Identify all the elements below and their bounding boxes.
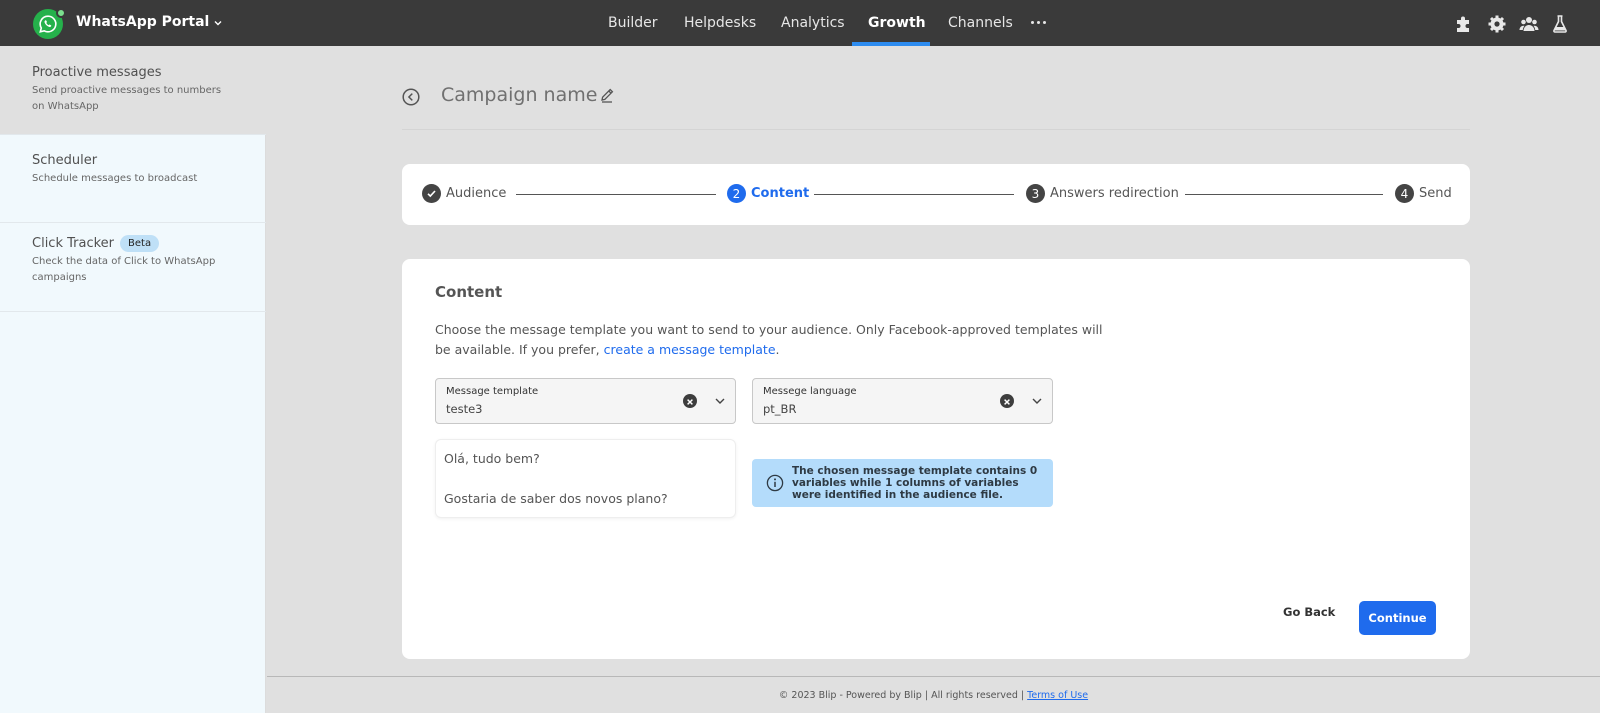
nav-growth[interactable]: Growth bbox=[868, 0, 926, 46]
back-arrow-icon[interactable] bbox=[402, 88, 420, 106]
step-connector bbox=[1185, 194, 1383, 195]
sidebar: Proactive messages Send proactive messag… bbox=[0, 46, 266, 713]
footer: © 2023 Blip - Powered by Blip | All righ… bbox=[267, 690, 1600, 701]
sidebar-item-desc: Check the data of Click to WhatsApp camp… bbox=[32, 256, 216, 283]
continue-button[interactable]: Continue bbox=[1359, 601, 1436, 635]
clear-icon[interactable] bbox=[1000, 394, 1014, 408]
step-label: Content bbox=[751, 186, 810, 201]
step-answers-redirection[interactable]: 3 Answers redirection bbox=[1026, 184, 1179, 203]
field-value: pt_BR bbox=[763, 402, 797, 416]
content-description: Choose the message template you want to … bbox=[435, 322, 1103, 357]
chevron-down-icon bbox=[214, 21, 222, 26]
more-dots-icon[interactable] bbox=[1031, 21, 1046, 24]
terms-of-use-link[interactable]: Terms of Use bbox=[1027, 690, 1088, 701]
status-dot bbox=[56, 8, 66, 18]
whatsapp-logo[interactable] bbox=[33, 8, 66, 39]
campaign-stepper: Audience 2 Content 3 Answers redirection… bbox=[402, 164, 1470, 225]
puzzle-icon[interactable] bbox=[1454, 14, 1474, 34]
step-label: Send bbox=[1419, 186, 1452, 201]
step-label: Answers redirection bbox=[1050, 186, 1179, 201]
info-icon bbox=[766, 474, 784, 492]
step-number: 2 bbox=[727, 184, 746, 203]
footer-divider bbox=[267, 676, 1600, 677]
sidebar-item-title: Proactive messages bbox=[32, 65, 162, 80]
field-value: teste3 bbox=[446, 402, 483, 416]
sidebar-item-scheduler[interactable]: Scheduler Schedule messages to broadcast bbox=[0, 135, 266, 223]
go-back-button[interactable]: Go Back bbox=[1283, 605, 1335, 619]
gear-icon[interactable] bbox=[1487, 14, 1507, 34]
content-title: Content bbox=[435, 283, 503, 301]
content-card: Content Choose the message template you … bbox=[402, 259, 1470, 659]
beta-badge: Beta bbox=[120, 235, 160, 252]
chevron-down-icon[interactable] bbox=[1031, 395, 1043, 407]
message-template-select[interactable]: Message template teste3 bbox=[435, 378, 736, 424]
create-template-link[interactable]: create a message template bbox=[604, 342, 776, 357]
step-send[interactable]: 4 Send bbox=[1395, 184, 1452, 203]
preview-line: Gostaria de saber dos novos plano? bbox=[444, 491, 668, 506]
sidebar-item-title: Click Tracker bbox=[32, 236, 115, 251]
step-number: 3 bbox=[1026, 184, 1045, 203]
top-navigation-bar: WhatsApp Portal Builder Helpdesks Analyt… bbox=[0, 0, 1600, 46]
app-name: WhatsApp Portal bbox=[76, 14, 210, 30]
chevron-down-icon[interactable] bbox=[714, 395, 726, 407]
info-alert: The chosen message template contains 0 v… bbox=[752, 459, 1053, 507]
sidebar-item-desc: Schedule messages to broadcast bbox=[32, 173, 198, 184]
field-label: Messege language bbox=[763, 386, 857, 397]
step-connector bbox=[814, 194, 1014, 195]
preview-line: Olá, tudo bem? bbox=[444, 451, 540, 466]
check-icon bbox=[422, 184, 441, 203]
step-content[interactable]: 2 Content bbox=[727, 184, 809, 203]
clear-icon[interactable] bbox=[683, 394, 697, 408]
team-icon[interactable] bbox=[1519, 14, 1539, 34]
pencil-icon[interactable] bbox=[599, 87, 615, 103]
step-label: Audience bbox=[446, 186, 507, 201]
app-switcher[interactable]: WhatsApp Portal bbox=[76, 14, 223, 30]
campaign-name: Campaign name bbox=[441, 84, 598, 106]
step-audience[interactable]: Audience bbox=[422, 184, 506, 203]
step-number: 4 bbox=[1395, 184, 1414, 203]
template-preview: Olá, tudo bem? Gostaria de saber dos nov… bbox=[435, 439, 736, 518]
nav-channels[interactable]: Channels bbox=[948, 0, 1013, 46]
sidebar-item-title: Scheduler bbox=[32, 153, 98, 168]
sidebar-item-desc: Send proactive messages to numbers on Wh… bbox=[32, 85, 222, 112]
header-divider bbox=[402, 129, 1470, 130]
footer-copyright: © 2023 Blip - Powered by Blip | All righ… bbox=[778, 690, 1025, 701]
info-message: The chosen message template contains 0 v… bbox=[792, 465, 1038, 501]
whatsapp-icon bbox=[39, 15, 57, 33]
nav-analytics[interactable]: Analytics bbox=[781, 0, 845, 46]
message-language-select[interactable]: Messege language pt_BR bbox=[752, 378, 1053, 424]
flask-icon[interactable] bbox=[1550, 14, 1570, 34]
nav-helpdesks[interactable]: Helpdesks bbox=[684, 0, 756, 46]
nav-builder[interactable]: Builder bbox=[608, 0, 658, 46]
active-tab-indicator bbox=[852, 42, 930, 46]
step-connector bbox=[516, 194, 716, 195]
sidebar-item-proactive-messages[interactable]: Proactive messages Send proactive messag… bbox=[0, 46, 266, 135]
field-label: Message template bbox=[446, 386, 539, 397]
sidebar-item-click-tracker[interactable]: Click Tracker Beta Check the data of Cli… bbox=[0, 223, 266, 312]
